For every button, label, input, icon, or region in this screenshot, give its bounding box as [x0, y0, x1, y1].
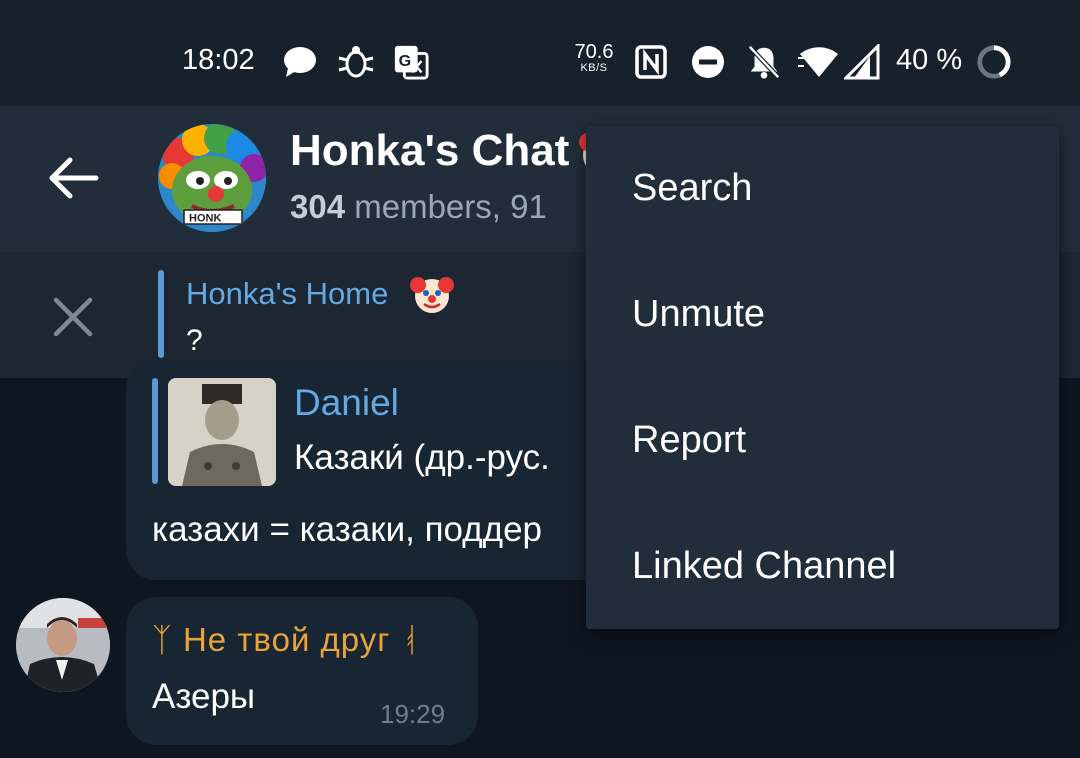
message-text: Азеры [152, 677, 256, 716]
bell-off-icon [748, 45, 780, 79]
pinned-accent-line [158, 270, 164, 358]
message-bubble[interactable]: ᛉ Не твой друг ᚮ Азеры 19:29 [126, 597, 478, 745]
wifi-icon [798, 47, 838, 77]
cossack-portrait-image [168, 378, 276, 486]
battery-percent: 40 % [896, 44, 963, 76]
svg-text:G: G [399, 52, 412, 70]
network-speed-value: 70.6 [574, 41, 614, 63]
chat-avatar[interactable]: HONK [158, 124, 266, 232]
menu-item-label: Unmute [632, 293, 766, 335]
member-count: 304 [290, 188, 346, 225]
sender-photo [16, 598, 110, 692]
close-icon[interactable] [52, 296, 94, 338]
network-speed: 70.6 KB/S [570, 42, 618, 75]
back-arrow-icon[interactable] [46, 156, 100, 200]
quote-accent-line [152, 378, 158, 484]
network-speed-unit: KB/S [580, 62, 608, 74]
clown-emoji-icon [410, 277, 454, 313]
menu-item-linked-channel[interactable]: Linked Channel [586, 505, 1059, 631]
quote-thumbnail[interactable] [168, 378, 276, 486]
do-not-disturb-icon [692, 46, 724, 78]
menu-item-search[interactable]: Search [586, 127, 1059, 253]
bug-icon [338, 46, 374, 78]
message-text: казахи = казаки, поддер [152, 510, 543, 549]
nfc-icon [635, 45, 667, 79]
signal-icon [844, 44, 880, 80]
avatar-label: HONK [189, 213, 221, 225]
chat-subtitle: 304 members, 91 [290, 188, 547, 226]
overflow-menu: Search Unmute Report Linked Channel [586, 126, 1059, 629]
chat-title[interactable]: Honka's Chat [290, 126, 569, 176]
sender-name[interactable]: ᛉ Не твой друг ᚮ [152, 621, 421, 659]
chat-bubble-icon [284, 47, 316, 77]
menu-item-report[interactable]: Report [586, 379, 1059, 505]
quote-text: Казаки́ (др.-рус. [294, 438, 550, 477]
menu-item-unmute[interactable]: Unmute [586, 253, 1059, 379]
pinned-text: ? [186, 324, 203, 357]
menu-item-label: Linked Channel [632, 545, 897, 587]
sender-avatar[interactable] [16, 598, 110, 692]
status-time: 18:02 [182, 44, 255, 76]
member-status: members, 91 [345, 188, 547, 225]
battery-ring-icon [977, 45, 1011, 79]
status-bar: 18:02 G 70.6 KB/S 40 % [0, 0, 1080, 106]
message-time: 19:29 [380, 699, 446, 729]
quote-author: Daniel [294, 382, 399, 423]
menu-item-label: Search [632, 167, 753, 209]
honk-clown-frog-image: HONK [158, 124, 266, 232]
pinned-author: Honka's Home [186, 276, 389, 311]
menu-item-label: Report [632, 419, 747, 461]
translate-icon: G [394, 45, 429, 80]
